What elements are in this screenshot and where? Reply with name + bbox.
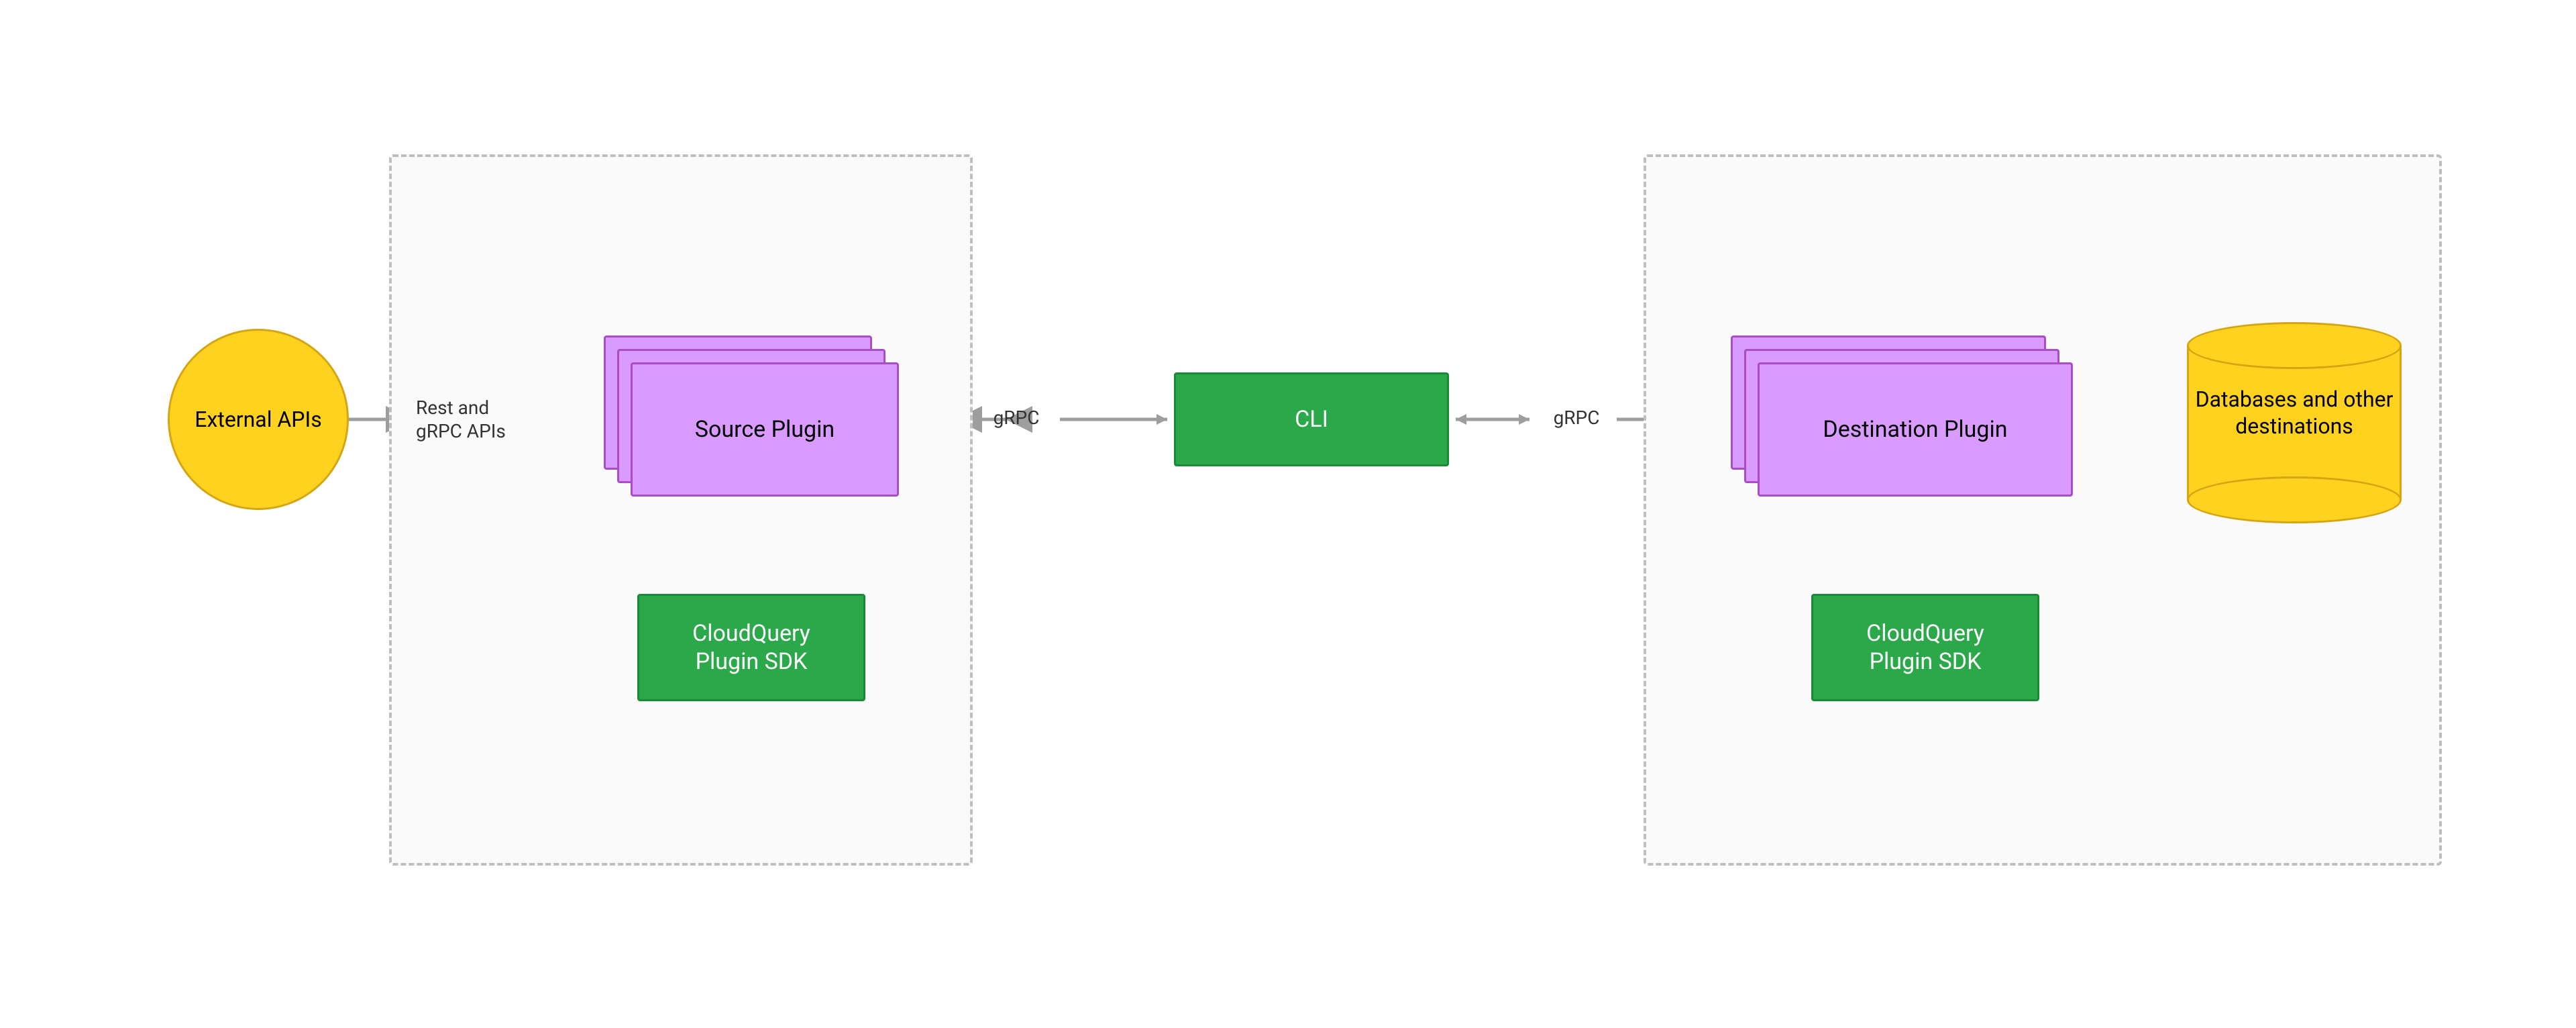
destination-plugin-node: Destination Plugin	[1758, 362, 2073, 497]
source-plugin-label: Source Plugin	[695, 416, 835, 443]
source-sdk-label: CloudQuery Plugin SDK	[692, 619, 810, 676]
arrowhead-grpc-cli	[1157, 414, 1167, 425]
cli-label: CLI	[1295, 405, 1328, 434]
cli-node: CLI	[1174, 372, 1449, 466]
architecture-diagram: External APIs Rest and gRPC APIs Source …	[0, 0, 2576, 1028]
source-plugin-stack: Source Plugin	[604, 336, 899, 497]
external-apis-node: External APIs	[168, 329, 349, 510]
databases-node: Databases and other destinations	[2187, 322, 2402, 523]
grpc-right-label: gRPC	[1536, 406, 1617, 429]
destination-sdk-label: CloudQuery Plugin SDK	[1866, 619, 1984, 676]
external-apis-label: External APIs	[181, 407, 335, 432]
rest-grpc-label: Rest and gRPC APIs	[416, 396, 530, 443]
destination-plugin-stack: Destination Plugin	[1731, 336, 2073, 497]
arrowhead-cli-left	[1456, 414, 1466, 425]
source-process-container	[389, 154, 973, 866]
destination-sdk-node: CloudQuery Plugin SDK	[1811, 594, 2039, 701]
arrowhead-cli-right	[1519, 414, 1529, 425]
grpc-left-label: gRPC	[976, 406, 1057, 429]
databases-label: Databases and other destinations	[2187, 386, 2402, 440]
source-plugin-node: Source Plugin	[631, 362, 899, 497]
destination-plugin-label: Destination Plugin	[1823, 416, 2007, 443]
source-sdk-node: CloudQuery Plugin SDK	[637, 594, 865, 701]
